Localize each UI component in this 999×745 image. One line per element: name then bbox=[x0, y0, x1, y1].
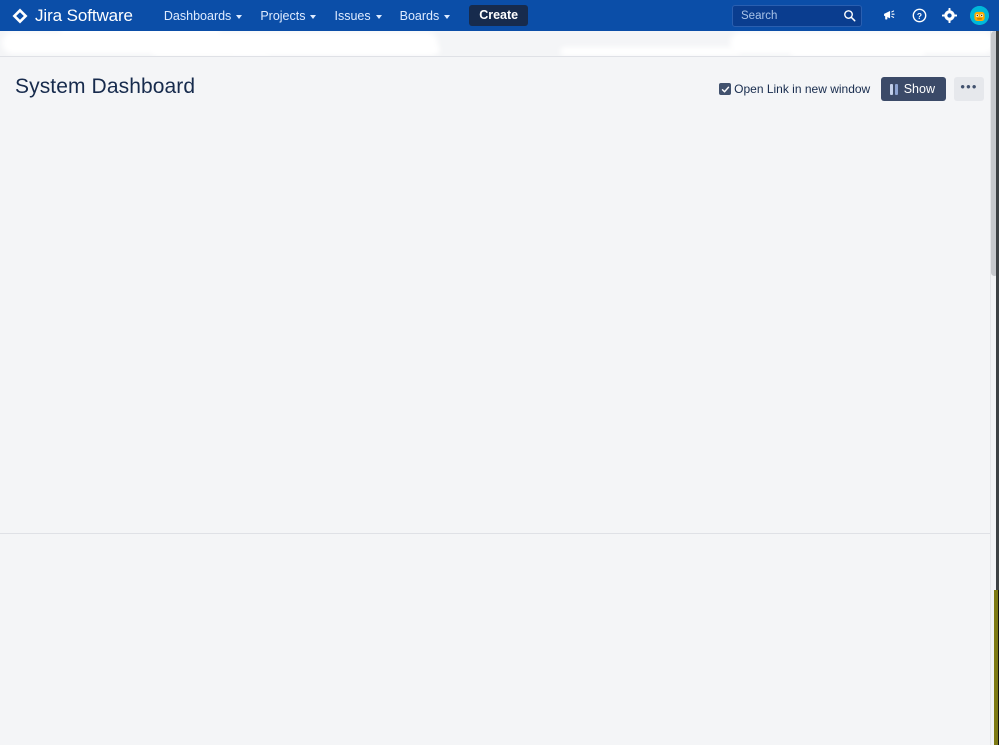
megaphone-announcements-icon[interactable] bbox=[877, 4, 901, 28]
nav-item-dashboards-label: Dashboards bbox=[163, 8, 232, 23]
dashboard-lower-area bbox=[0, 534, 999, 745]
navbar-menu-items: Dashboards Projects Issues Boards Create bbox=[155, 0, 529, 31]
search-input[interactable] bbox=[732, 4, 862, 27]
nav-item-projects-label: Projects bbox=[260, 8, 306, 23]
open-link-new-window-label: Open Link in new window bbox=[734, 82, 871, 96]
nav-item-projects[interactable]: Projects bbox=[251, 0, 325, 31]
page-title: System Dashboard bbox=[15, 75, 196, 98]
global-navigation-bar: Jira Software Dashboards Projects Issues… bbox=[0, 0, 999, 31]
navbar-right-group: ? bbox=[732, 0, 991, 31]
svg-text:?: ? bbox=[916, 11, 921, 21]
dashboard-header-actions: Open Link in new window Show ••• bbox=[719, 77, 984, 101]
user-avatar[interactable] bbox=[970, 6, 989, 25]
chevron-down-icon bbox=[310, 14, 317, 19]
checkbox-checked-icon bbox=[719, 83, 732, 95]
columns-layout-icon bbox=[890, 83, 898, 95]
chevron-down-icon bbox=[444, 14, 451, 19]
jira-diamond-logo-icon bbox=[12, 8, 28, 24]
nav-item-boards[interactable]: Boards bbox=[391, 0, 460, 31]
nav-item-issues-label: Issues bbox=[334, 8, 371, 23]
open-link-new-window-checkbox[interactable]: Open Link in new window bbox=[719, 82, 870, 96]
jira-dashboard-page: Jira Software Dashboards Projects Issues… bbox=[0, 0, 999, 745]
nav-item-issues[interactable]: Issues bbox=[325, 0, 390, 31]
global-search bbox=[732, 4, 862, 27]
more-actions-button[interactable]: ••• bbox=[954, 77, 984, 101]
dashboard-gadget-area bbox=[0, 112, 999, 533]
show-button-label: Show bbox=[903, 82, 935, 96]
jira-logo-text: Jira Software bbox=[35, 5, 133, 25]
chevron-down-icon bbox=[375, 14, 382, 19]
dashboard-header: System Dashboard Open Link in new window… bbox=[0, 57, 999, 112]
nav-item-boards-label: Boards bbox=[399, 8, 440, 23]
loading-skeleton-block bbox=[560, 47, 740, 56]
help-question-icon[interactable]: ? bbox=[907, 4, 931, 28]
create-button[interactable]: Create bbox=[469, 5, 529, 26]
loading-skeleton-block bbox=[230, 45, 440, 55]
show-button[interactable]: Show bbox=[881, 77, 946, 101]
jira-home-logo-link[interactable]: Jira Software bbox=[0, 0, 143, 31]
settings-gear-icon[interactable] bbox=[937, 4, 961, 28]
navbar-left-group: Jira Software Dashboards Projects Issues… bbox=[0, 0, 529, 31]
loading-skeleton-block bbox=[60, 31, 220, 41]
chevron-down-icon bbox=[236, 14, 243, 19]
header-divider bbox=[0, 56, 999, 57]
nav-item-dashboards[interactable]: Dashboards bbox=[155, 0, 251, 31]
page-loading-placeholder bbox=[0, 31, 999, 57]
